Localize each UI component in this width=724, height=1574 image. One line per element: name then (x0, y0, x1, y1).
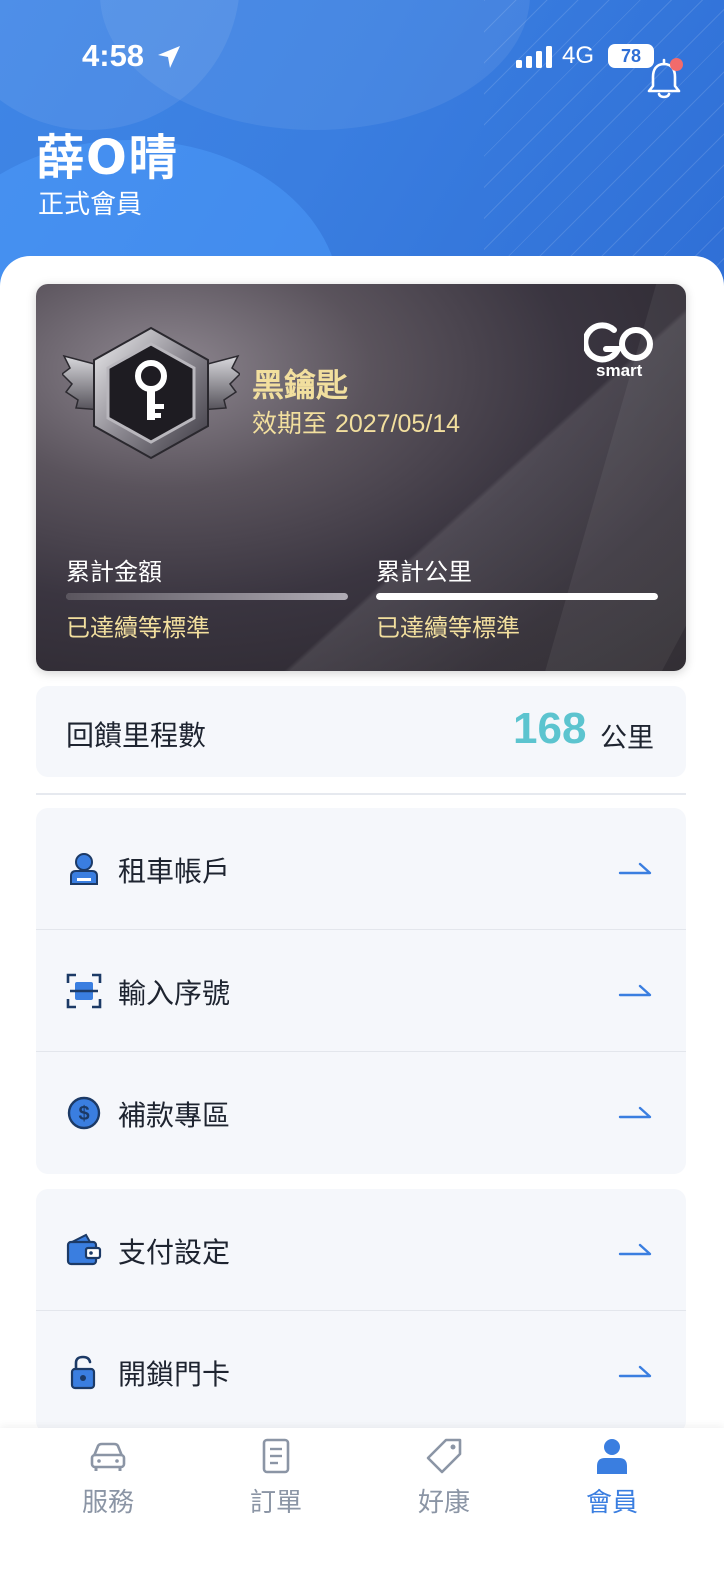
arrow-right-icon (618, 1243, 652, 1256)
scan-code-icon (66, 973, 102, 1009)
document-icon (262, 1438, 290, 1474)
location-arrow-icon (158, 46, 180, 68)
dollar-coin-icon: $ (67, 1096, 101, 1130)
tab-label: 好康 (417, 1488, 470, 1518)
menu-label: 開鎖門卡 (118, 1358, 231, 1391)
go-smart-logo: smart (584, 322, 653, 378)
arrow-right-icon (618, 862, 652, 875)
black-key-badge-icon (62, 326, 240, 460)
tag-icon (426, 1438, 462, 1474)
arrow-right-icon (618, 1106, 652, 1119)
tab-label: 服務 (81, 1488, 134, 1518)
expiry-label: 效期至 (252, 409, 328, 438)
menu-label: 補款專區 (118, 1099, 231, 1132)
menu-group-payment: 支付設定 開鎖門卡 (36, 1189, 686, 1433)
tab-label: 訂單 (249, 1488, 302, 1518)
divider (36, 793, 686, 795)
signal-icon (516, 46, 552, 68)
tab-member[interactable]: 會員 (562, 1436, 662, 1519)
expiry-date: 2027/05/14 (334, 410, 461, 438)
mileage-value: 168 (513, 704, 587, 753)
person-icon (597, 1439, 627, 1474)
notification-dot (670, 58, 683, 71)
wallet-icon (66, 1233, 102, 1266)
menu-item-payment-settings[interactable]: 支付設定 (36, 1189, 686, 1311)
menu-label: 租車帳戶 (118, 855, 231, 888)
mileage-unit: 公里 (600, 723, 654, 754)
metric-distance-status: 已達續等標準 (376, 614, 520, 642)
menu-group-account: 租車帳戶 輸入序號 $ 補款專區 (36, 808, 686, 1174)
car-icon (90, 1442, 126, 1471)
svg-text:smart: smart (596, 361, 643, 378)
status-time: 4:58 (82, 38, 145, 73)
metric-distance-fill (376, 593, 658, 600)
status-bar: 4:58 4G 78 (0, 38, 724, 82)
metric-amount-fill (66, 593, 348, 600)
metric-distance-bar (376, 593, 658, 600)
tab-service[interactable]: 服務 (58, 1436, 158, 1519)
menu-label: 支付設定 (118, 1236, 231, 1269)
tab-label: 會員 (585, 1488, 638, 1518)
unlock-icon (70, 1355, 96, 1390)
menu-item-enter-code[interactable]: 輸入序號 (36, 930, 686, 1052)
arrow-right-icon (618, 984, 652, 997)
svg-text:$: $ (78, 1103, 89, 1125)
header: 4:58 4G 78 薛O晴 正式會員 (0, 0, 724, 300)
bottom-tab-bar: 服務 訂單 好康 會員 (0, 1428, 724, 1574)
tier-expiry: 效期至 2027/05/14 (252, 404, 460, 440)
tab-deals[interactable]: 好康 (394, 1436, 494, 1519)
network-type: 4G (562, 42, 595, 69)
arrow-right-icon (618, 1365, 652, 1378)
mileage-label: 回饋里程數 (66, 719, 207, 752)
metric-amount-bar (66, 593, 348, 600)
menu-item-unlock-card[interactable]: 開鎖門卡 (36, 1311, 686, 1433)
feedback-mileage[interactable]: 回饋里程數 168 公里 (36, 686, 686, 777)
membership-card[interactable]: 黑鑰匙 效期至 2027/05/14 smart 累計金額 已達續等標準 累計公… (36, 284, 686, 671)
metric-distance-label: 累計公里 (376, 558, 472, 586)
menu-label: 輸入序號 (118, 977, 231, 1010)
tier-name: 黑鑰匙 (252, 366, 349, 404)
tab-orders[interactable]: 訂單 (226, 1436, 326, 1519)
user-account-icon (70, 853, 98, 885)
menu-item-payment-due[interactable]: $ 補款專區 (36, 1052, 686, 1174)
metric-amount-label: 累計金額 (66, 558, 162, 586)
user-name: 薛O晴 (36, 130, 179, 186)
member-level: 正式會員 (38, 190, 143, 220)
metric-amount-status: 已達續等標準 (66, 614, 210, 642)
menu-item-rental-account[interactable]: 租車帳戶 (36, 808, 686, 930)
